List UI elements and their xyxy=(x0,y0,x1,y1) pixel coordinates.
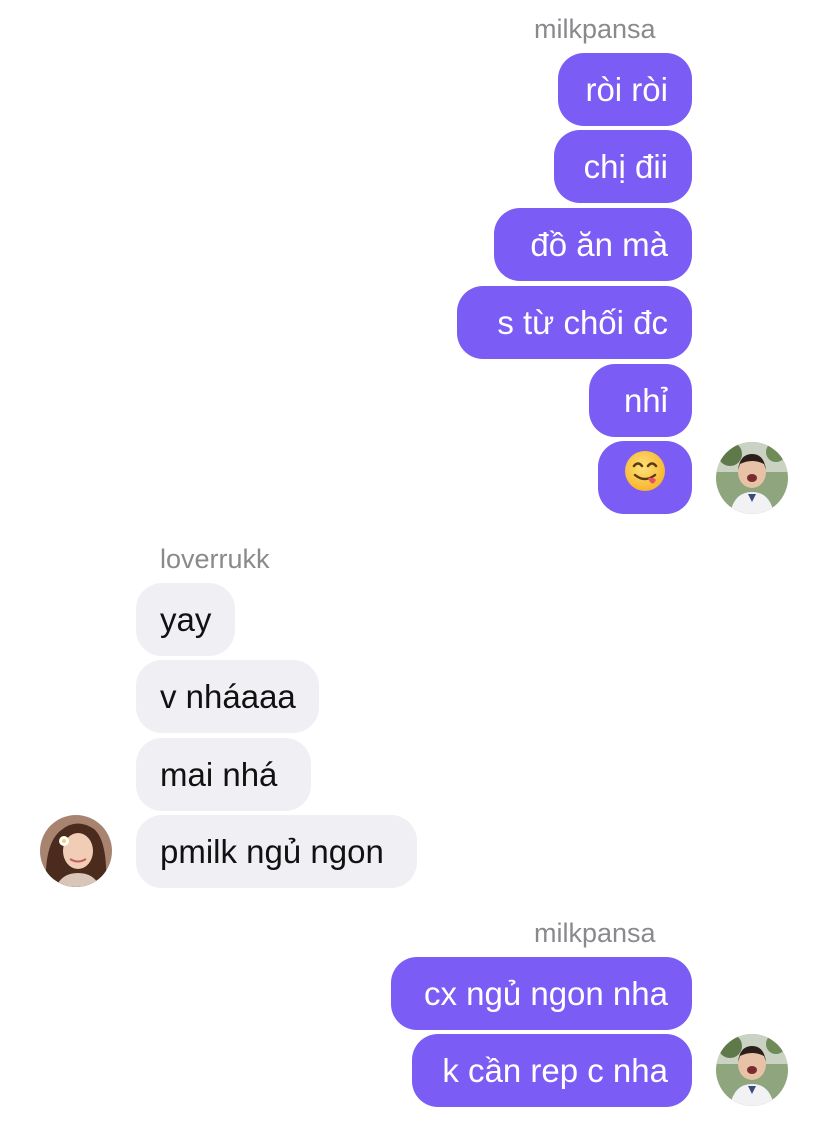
contact-avatar-icon[interactable] xyxy=(40,815,112,887)
sender-name: milkpansa xyxy=(534,918,656,948)
incoming-message-bubble[interactable]: v nháaaa xyxy=(136,660,319,733)
user-avatar-icon[interactable] xyxy=(716,442,788,514)
incoming-message-bubble[interactable]: mai nhá xyxy=(136,738,311,811)
outgoing-message-bubble[interactable]: k cần rep c nha xyxy=(412,1034,692,1107)
outgoing-emoji-bubble[interactable] xyxy=(598,441,692,514)
outgoing-message-bubble[interactable]: cx ngủ ngon nha xyxy=(391,957,692,1030)
incoming-message-bubble[interactable]: pmilk ngủ ngon xyxy=(136,815,417,888)
outgoing-message-bubble[interactable]: đồ ăn mà xyxy=(494,208,692,281)
outgoing-message-bubble[interactable]: chị đii xyxy=(554,130,692,203)
outgoing-message-bubble[interactable]: ròi ròi xyxy=(558,53,692,126)
outgoing-message-bubble[interactable]: s từ chối đc xyxy=(457,286,692,359)
incoming-message-bubble[interactable]: yay xyxy=(136,583,235,656)
yum-emoji-icon xyxy=(624,444,666,517)
user-avatar-icon[interactable] xyxy=(716,1034,788,1106)
outgoing-message-bubble[interactable]: nhỉ xyxy=(589,364,692,437)
sender-name: loverrukk xyxy=(160,544,270,574)
sender-name: milkpansa xyxy=(534,14,656,44)
